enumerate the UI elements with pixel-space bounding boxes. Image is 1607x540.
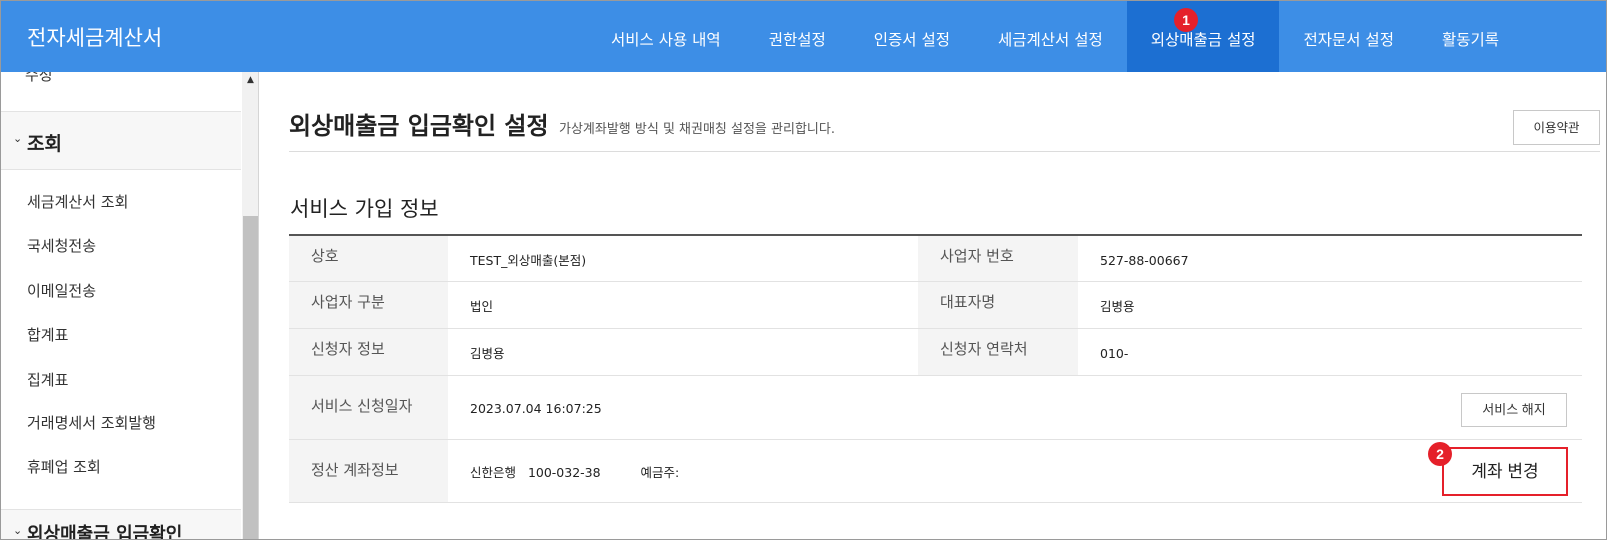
account-number: 100-032-38 xyxy=(527,465,601,480)
ceo-name-label: 대표자명 xyxy=(918,282,1078,328)
app-title[interactable]: 전자세금계산서 xyxy=(27,1,162,72)
sidebar-section-label: 외상매출금 입금확인 xyxy=(27,524,183,540)
business-type-label: 사업자 구분 xyxy=(289,282,448,328)
sidebar-item-edit[interactable]: 수정 xyxy=(25,72,53,85)
sidebar-item-trade-statement[interactable]: 거래명세서 조회발행 xyxy=(27,412,156,433)
table-row: 신청자 정보 김병용 신청자 연락처 010- xyxy=(289,329,1582,376)
service-date-label: 서비스 신청일자 xyxy=(289,376,448,439)
sidebar-item-email-transmission[interactable]: 이메일전송 xyxy=(27,280,96,301)
nav-item-receivables-settings[interactable]: 외상매출금 설정 xyxy=(1126,1,1280,72)
settlement-account-label: 정산 계좌정보 xyxy=(289,440,448,502)
company-label: 상호 xyxy=(289,236,448,281)
top-nav-bar: 전자세금계산서 서비스 사용 내역 권한설정 인증서 설정 세금계산서 설정 외… xyxy=(1,1,1606,72)
app-window: 전자세금계산서 서비스 사용 내역 권한설정 인증서 설정 세금계산서 설정 외… xyxy=(0,0,1607,540)
sidebar-section-receivables[interactable]: ⌄ 외상매출금 입금확인 xyxy=(1,510,241,540)
masked-region xyxy=(600,466,625,481)
nav-item-service-history[interactable]: 서비스 사용 내역 xyxy=(587,1,745,72)
page-description: 가상계좌발행 방식 및 채권매칭 설정을 관리합니다. xyxy=(559,122,835,137)
nav-item-activity-log[interactable]: 활동기록 xyxy=(1418,1,1523,72)
nav-item-edocument-settings[interactable]: 전자문서 설정 xyxy=(1279,1,1418,72)
scrollbar-thumb[interactable] xyxy=(243,216,258,539)
chevron-down-icon: ⌄ xyxy=(13,132,23,145)
chevron-down-icon: ⌄ xyxy=(13,524,23,537)
applicant-value: 김병용 xyxy=(470,346,505,361)
service-date-value: 2023.07.04 16:07:25 xyxy=(470,401,602,416)
change-account-button[interactable]: 계좌 변경 xyxy=(1442,447,1568,496)
account-holder: 예금주: xyxy=(640,465,680,480)
scroll-up-arrow-icon[interactable]: ▲ xyxy=(242,72,258,89)
step-marker-2: 2 xyxy=(1428,442,1452,466)
business-number-value: 527-88-00667 xyxy=(1100,253,1189,268)
cancel-service-button[interactable]: 서비스 해지 xyxy=(1461,393,1567,427)
table-row: 상호 TEST_외상매출(본점) 사업자 번호 527-88-00667 xyxy=(289,236,1582,282)
bank-name: 신한은행 xyxy=(470,465,517,480)
main-nav: 서비스 사용 내역 권한설정 인증서 설정 세금계산서 설정 외상매출금 설정 … xyxy=(587,1,1523,72)
applicant-contact-value: 010- xyxy=(1100,346,1129,361)
applicant-label: 신청자 정보 xyxy=(289,329,448,375)
ceo-name-value: 김병용 xyxy=(1100,299,1135,314)
sidebar-item-business-closure[interactable]: 휴폐업 조회 xyxy=(27,456,101,477)
company-value: TEST_외상매출(본점) xyxy=(470,253,587,268)
table-row: 서비스 신청일자 2023.07.04 16:07:25 서비스 해지 xyxy=(289,376,1582,440)
table-row: 사업자 구분 법인 대표자명 김병용 xyxy=(289,282,1582,329)
step-marker-1: 1 xyxy=(1174,8,1198,32)
business-type-value: 법인 xyxy=(470,299,494,314)
nav-item-permissions[interactable]: 권한설정 xyxy=(745,1,850,72)
nav-item-tax-invoice-settings[interactable]: 세금계산서 설정 xyxy=(974,1,1127,72)
service-info-table: 상호 TEST_외상매출(본점) 사업자 번호 527-88-00667 사업자… xyxy=(289,234,1582,503)
sidebar-item-aggregate-table[interactable]: 집계표 xyxy=(27,369,68,390)
settlement-account-value: 신한은행 100-032-38 예금주: xyxy=(448,440,679,502)
title-divider xyxy=(289,151,1600,152)
sidebar-item-nts-transmission[interactable]: 국세청전송 xyxy=(27,235,96,256)
terms-button[interactable]: 이용약관 xyxy=(1513,110,1600,145)
page-title: 외상매출금 입금확인 설정 xyxy=(289,112,549,140)
sidebar-section-inquiry[interactable]: ⌄ 조회 xyxy=(1,112,241,169)
table-row: 정산 계좌정보 신한은행 100-032-38 예금주: 계좌 변경 xyxy=(289,440,1582,503)
nav-item-certificate-settings[interactable]: 인증서 설정 xyxy=(850,1,974,72)
business-number-label: 사업자 번호 xyxy=(918,236,1078,281)
main-content: 외상매출금 입금확인 설정 가상계좌발행 방식 및 채권매칭 설정을 관리합니다… xyxy=(260,72,1606,539)
sidebar-divider xyxy=(1,169,241,170)
sidebar-section-label: 조회 xyxy=(27,133,62,155)
sidebar-item-tax-invoice-inquiry[interactable]: 세금계산서 조회 xyxy=(27,191,128,212)
sidebar-item-summary-table[interactable]: 합계표 xyxy=(27,324,68,345)
sidebar: 수정 ⌄ 조회 세금계산서 조회 국세청전송 이메일전송 합계표 집계표 거래명… xyxy=(1,72,259,540)
applicant-contact-label: 신청자 연락처 xyxy=(918,329,1078,375)
section-title: 서비스 가입 정보 xyxy=(290,197,439,221)
